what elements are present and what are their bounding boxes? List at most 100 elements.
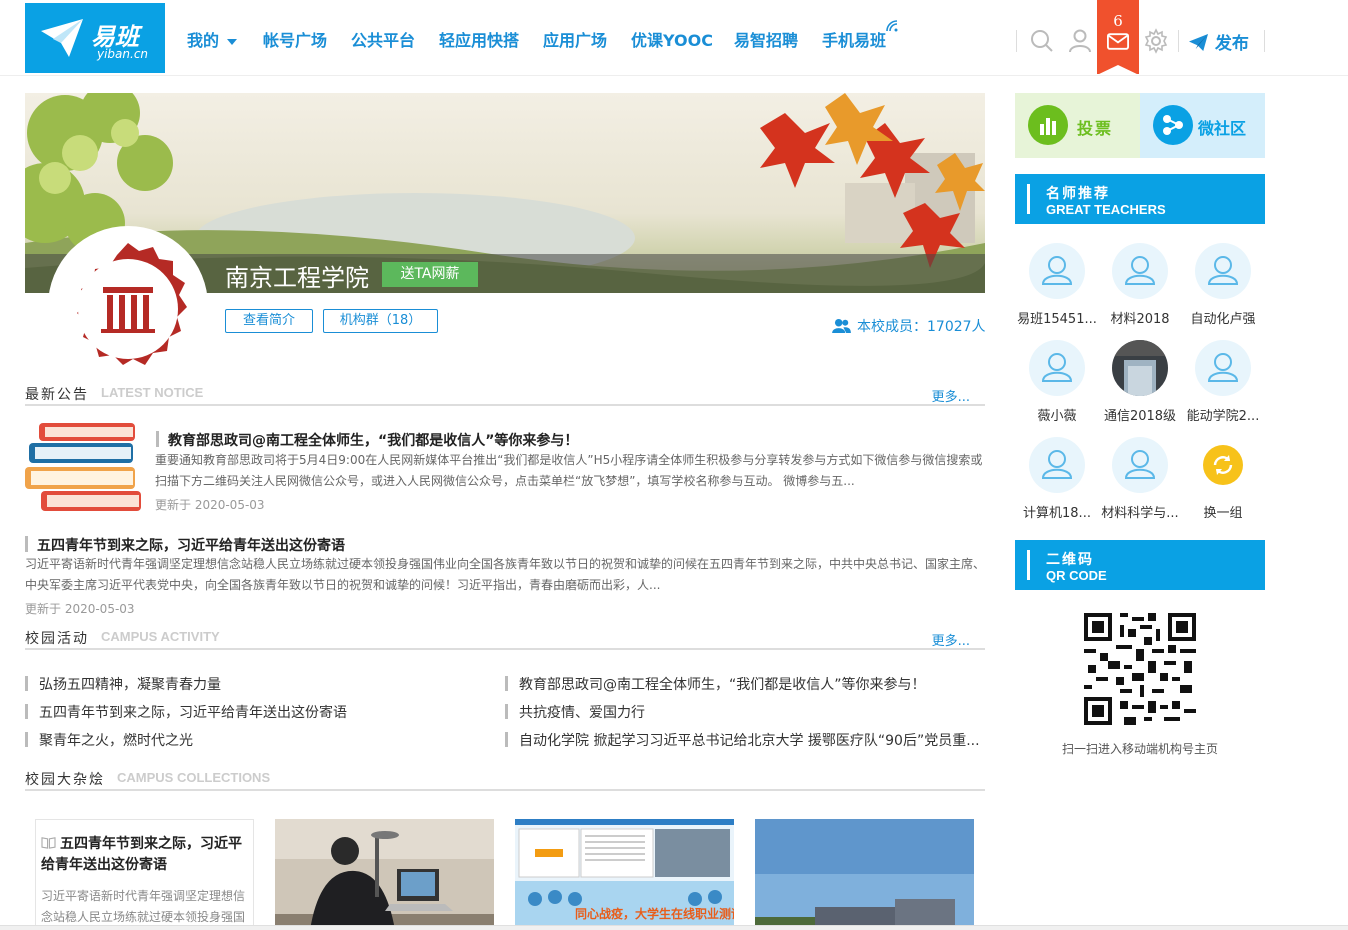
section-title: 名师推荐 (1046, 186, 1110, 202)
publish-label: 发布 (1214, 34, 1249, 54)
members-label: 本校成员： (857, 319, 927, 335)
teacher-name: 能动学院2... (1186, 409, 1260, 424)
user-avatar-icon (1112, 437, 1168, 493)
teacher-item[interactable]: 薇小薇 (1015, 340, 1099, 424)
send-salary-button[interactable]: 送TA网薪 (382, 262, 478, 287)
nav-account-square[interactable]: 帐号广场 (263, 27, 327, 51)
activity-item[interactable]: 五四青年节到来之际，习近平给青年送出这份寄语 (25, 702, 507, 722)
vote-label: 投票 (1077, 119, 1114, 138)
top-navigation-bar: 易班 yiban.cn 我的 帐号广场 公共平台 轻应用快搭 应用广场 优课YO… (0, 0, 1348, 76)
nav-mobile-yiban[interactable]: 手机易班 (822, 27, 886, 51)
campus-collections-header: 校园大杂烩 CAMPUS COLLECTIONS (25, 769, 985, 791)
activity-item[interactable]: 聚青年之火，燃时代之光 (25, 730, 507, 750)
latest-notice-header: 最新公告 LATEST NOTICE 更多... (25, 384, 985, 406)
mail-button[interactable]: 6 (1097, 0, 1139, 75)
student-photo (275, 819, 494, 930)
bar-chart-icon (1028, 105, 1068, 145)
nav-recruitment[interactable]: 易智招聘 (734, 27, 798, 51)
mail-count-badge: 6 (1113, 12, 1123, 30)
refresh-teachers-button[interactable]: 换一组 (1181, 437, 1265, 521)
collection-card-title-text: 五四青年节到来之际，习近平给青年送出这份寄语 (41, 836, 242, 873)
user-avatar-photo (1112, 340, 1168, 396)
collection-photo-campus[interactable] (755, 819, 974, 930)
user-avatar-icon (1195, 340, 1251, 396)
school-name: 南京工程学院 (225, 264, 369, 292)
teacher-item[interactable]: 材料2018 (1098, 243, 1182, 327)
teacher-item[interactable]: 通信2018级 (1098, 340, 1182, 424)
qr-caption: 扫一扫进入移动端机构号主页 (1061, 742, 1218, 756)
activity-item[interactable]: 弘扬五四精神，凝聚青春力量 (25, 674, 507, 694)
horizontal-scrollbar[interactable] (0, 925, 1348, 930)
notice-date: 更新于 2020-05-03 (25, 602, 135, 616)
collection-card-body: 习近平寄语新时代青年强调坚定理想信念站稳人民立场练就过硬本领投身强国 (41, 889, 246, 924)
collection-poster[interactable]: 同心战疫，大学生在线职业测评与规划 (515, 819, 734, 930)
section-title-en: QR CODE (1046, 568, 1107, 583)
org-group-button[interactable]: 机构群（18） (323, 309, 438, 333)
nav-app-square[interactable]: 应用广场 (543, 27, 607, 51)
section-title-en: CAMPUS ACTIVITY (101, 629, 220, 644)
book-icon (41, 837, 56, 849)
yiban-logo-icon (41, 19, 83, 57)
notice-title[interactable]: 五四青年节到来之际，习近平给青年送出这份寄语 (25, 535, 345, 555)
activity-more-link[interactable]: 更多... (932, 630, 970, 649)
teacher-item[interactable]: 自动化卢强 (1181, 243, 1265, 327)
teacher-name: 计算机18... (1023, 506, 1091, 521)
section-title: 校园大杂烩 (25, 772, 105, 788)
section-title-en: LATEST NOTICE (101, 385, 204, 400)
campus-activity-header: 校园活动 CAMPUS ACTIVITY 更多... (25, 628, 985, 650)
vote-button[interactable]: 投票 (1015, 93, 1140, 158)
paper-plane-icon (1189, 33, 1208, 52)
activity-item[interactable]: 自动化学院 掀起学习习近平总书记给北京大学 援鄂医疗队“90后”党员重... (505, 730, 987, 750)
nav-yooc[interactable]: 优课YOOC (631, 27, 713, 51)
chevron-down-icon (227, 38, 238, 45)
books-icon (25, 423, 141, 511)
qr-code-header: 二维码 QR CODE (1015, 540, 1265, 590)
notice-more-link[interactable]: 更多... (932, 386, 970, 405)
member-count: 本校成员：17027人 (832, 316, 986, 336)
members-count: 17027人 (927, 319, 986, 335)
collection-photo-student[interactable] (275, 819, 494, 930)
section-title: 二维码 (1046, 552, 1094, 568)
teacher-item[interactable]: 材料科学与... (1098, 437, 1182, 521)
school-logo[interactable] (47, 225, 209, 387)
divider (1178, 30, 1179, 52)
user-avatar-icon (1029, 437, 1085, 493)
refresh-icon (1195, 437, 1251, 493)
micro-community-button[interactable]: 微社区 (1140, 93, 1265, 158)
nav-light-app-builder[interactable]: 轻应用快搭 (439, 27, 519, 51)
logo-subtext: yiban.cn (97, 47, 149, 61)
wifi-icon (886, 20, 898, 32)
teacher-name: 通信2018级 (1103, 409, 1177, 424)
mail-icon (1107, 33, 1129, 50)
user-avatar-icon (1029, 243, 1085, 299)
collection-card[interactable]: 五四青年节到来之际，习近平给青年送出这份寄语 习近平寄语新时代青年强调坚定理想信… (35, 819, 254, 930)
yiban-logo[interactable]: 易班 yiban.cn (25, 3, 165, 73)
view-intro-button[interactable]: 查看简介 (225, 309, 313, 333)
user-avatar-icon (1112, 243, 1168, 299)
settings-icon[interactable] (1143, 28, 1169, 54)
teacher-item[interactable]: 易班15451... (1015, 243, 1099, 327)
collection-card-title: 五四青年节到来之际，习近平给青年送出这份寄语 (41, 834, 251, 876)
teacher-item[interactable]: 能动学院2... (1181, 340, 1265, 424)
publish-button[interactable]: 发布 (1188, 29, 1249, 54)
activity-item[interactable]: 教育部思政司@南工程全体师生，“我们都是收信人”等你来参与！ (505, 674, 987, 694)
notice-body: 习近平寄语新时代青年强调坚定理想信念站稳人民立场练就过硬本领投身强国伟业向全国各… (25, 557, 985, 592)
notice-date: 更新于 2020-05-03 (155, 498, 265, 512)
teacher-name: 易班15451... (1017, 312, 1097, 327)
nav-mine[interactable]: 我的 (187, 27, 238, 51)
notice-title[interactable]: 教育部思政司@南工程全体师生，“我们都是收信人”等你来参与！ (156, 430, 578, 450)
section-title: 最新公告 (25, 387, 89, 403)
nav-public-platform[interactable]: 公共平台 (351, 27, 415, 51)
qr-code-image[interactable] (1084, 613, 1196, 725)
section-title: 校园活动 (25, 631, 89, 647)
divider (1264, 30, 1265, 52)
user-avatar-icon (1029, 340, 1085, 396)
teacher-item[interactable]: 计算机18... (1015, 437, 1099, 521)
campus-photo (755, 819, 974, 930)
members-icon (832, 318, 851, 333)
section-title-en: CAMPUS COLLECTIONS (117, 770, 271, 785)
user-icon[interactable] (1067, 28, 1093, 54)
search-icon[interactable] (1029, 28, 1055, 54)
activity-item[interactable]: 共抗疫情、爱国力行 (505, 702, 987, 722)
community-label: 微社区 (1198, 119, 1247, 138)
